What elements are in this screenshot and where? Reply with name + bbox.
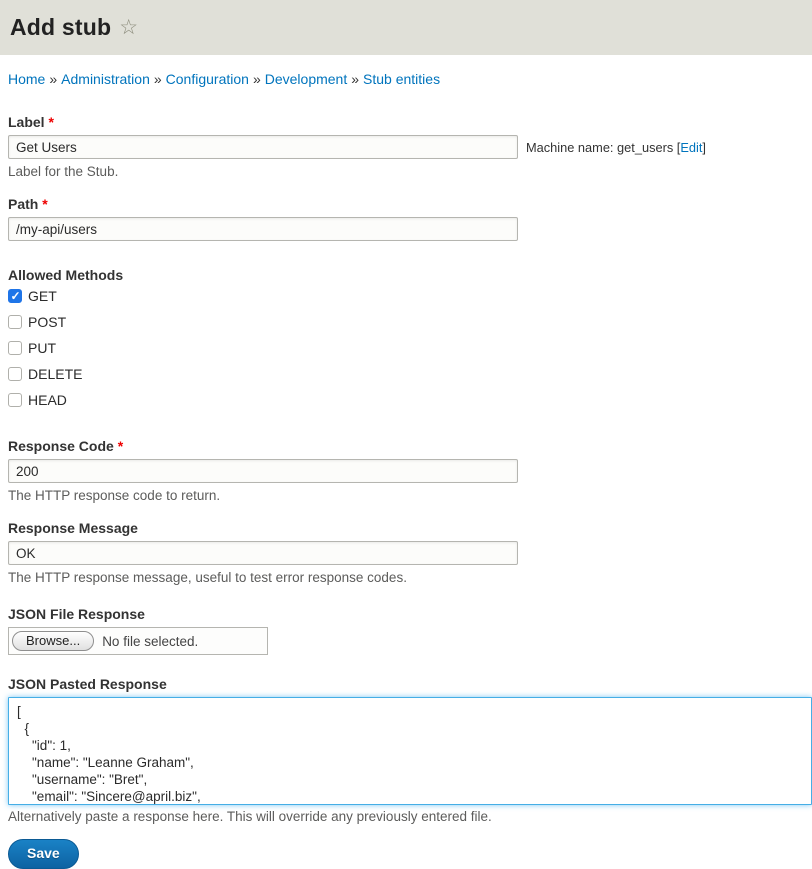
response-code-input[interactable] xyxy=(8,459,518,483)
breadcrumb-link-development[interactable]: Development xyxy=(265,71,348,87)
json-pasted-textarea[interactable]: [ { "id": 1, "name": "Leanne Graham", "u… xyxy=(8,697,812,805)
page-title: Add stub xyxy=(10,14,112,40)
machine-name-text: Machine name: get_users [Edit] xyxy=(526,139,706,155)
method-label-get: GET xyxy=(28,288,57,304)
path-field-item: Path * xyxy=(8,196,812,241)
checkbox-get[interactable] xyxy=(8,289,22,303)
json-pasted-description: Alternatively paste a response here. Thi… xyxy=(8,809,492,824)
json-pasted-label: JSON Pasted Response xyxy=(8,676,167,692)
method-option-put[interactable]: PUT xyxy=(8,340,812,356)
label-field-item: Label * Machine name: get_users [Edit] L… xyxy=(8,114,812,179)
method-label-delete: DELETE xyxy=(28,366,83,382)
breadcrumb-link-configuration[interactable]: Configuration xyxy=(166,71,249,87)
breadcrumb-separator: » xyxy=(252,71,261,87)
star-icon[interactable]: ☆ xyxy=(119,17,138,38)
required-marker: * xyxy=(42,196,48,212)
method-option-head[interactable]: HEAD xyxy=(8,392,812,408)
label-field-label: Label * xyxy=(8,114,54,130)
checkbox-delete[interactable] xyxy=(8,367,22,381)
allowed-methods-label: Allowed Methods xyxy=(8,267,124,283)
response-message-label: Response Message xyxy=(8,520,138,536)
breadcrumb: Home» Administration» Configuration» Develo… xyxy=(8,71,812,87)
main-content: Home» Administration» Configuration» Develo… xyxy=(0,71,812,869)
breadcrumb-link-administration[interactable]: Administration xyxy=(61,71,150,87)
save-button[interactable]: Save xyxy=(8,839,79,869)
required-marker: * xyxy=(117,438,124,454)
response-code-item: Response Code * The HTTP response code t… xyxy=(8,438,812,503)
json-file-label: JSON File Response xyxy=(8,606,145,622)
path-field-label: Path * xyxy=(8,196,48,212)
machine-name-edit-link[interactable]: Edit xyxy=(680,140,702,155)
label-input[interactable] xyxy=(8,135,518,159)
allowed-methods-item: Allowed Methods GET POST PUT DELETE HEAD xyxy=(8,267,812,408)
method-label-put: PUT xyxy=(28,340,56,356)
response-code-description: The HTTP response code to return. xyxy=(8,488,221,503)
browse-button[interactable]: Browse... xyxy=(12,631,95,651)
checkbox-put[interactable] xyxy=(8,341,22,355)
method-option-get[interactable]: GET xyxy=(8,288,812,304)
no-file-selected-text: No file selected. xyxy=(102,633,199,649)
breadcrumb-separator: » xyxy=(153,71,162,87)
add-stub-form: Label * Machine name: get_users [Edit] L… xyxy=(8,114,812,869)
breadcrumb-link-home[interactable]: Home xyxy=(8,71,45,87)
breadcrumb-separator: » xyxy=(351,71,360,87)
method-option-post[interactable]: POST xyxy=(8,314,812,330)
response-message-description: The HTTP response message, useful to tes… xyxy=(8,570,407,585)
response-message-item: Response Message The HTTP response messa… xyxy=(8,520,812,585)
method-label-head: HEAD xyxy=(28,392,67,408)
path-input[interactable] xyxy=(8,217,518,241)
method-option-delete[interactable]: DELETE xyxy=(8,366,812,382)
method-label-post: POST xyxy=(28,314,67,330)
breadcrumb-separator: » xyxy=(49,71,58,87)
required-marker: * xyxy=(48,114,54,130)
form-actions: Save xyxy=(8,839,812,869)
label-field-description: Label for the Stub. xyxy=(8,164,119,179)
page-header: Add stub ☆ xyxy=(0,0,812,55)
json-file-item: JSON File Response Browse... No file sel… xyxy=(8,606,812,655)
checkbox-head[interactable] xyxy=(8,393,22,407)
checkbox-post[interactable] xyxy=(8,315,22,329)
response-code-label: Response Code * xyxy=(8,438,124,454)
breadcrumb-link-stub-entities[interactable]: Stub entities xyxy=(363,71,440,87)
json-pasted-item: JSON Pasted Response [ { "id": 1, "name"… xyxy=(8,676,812,824)
response-message-input[interactable] xyxy=(8,541,518,565)
file-input-box: Browse... No file selected. xyxy=(8,627,268,655)
